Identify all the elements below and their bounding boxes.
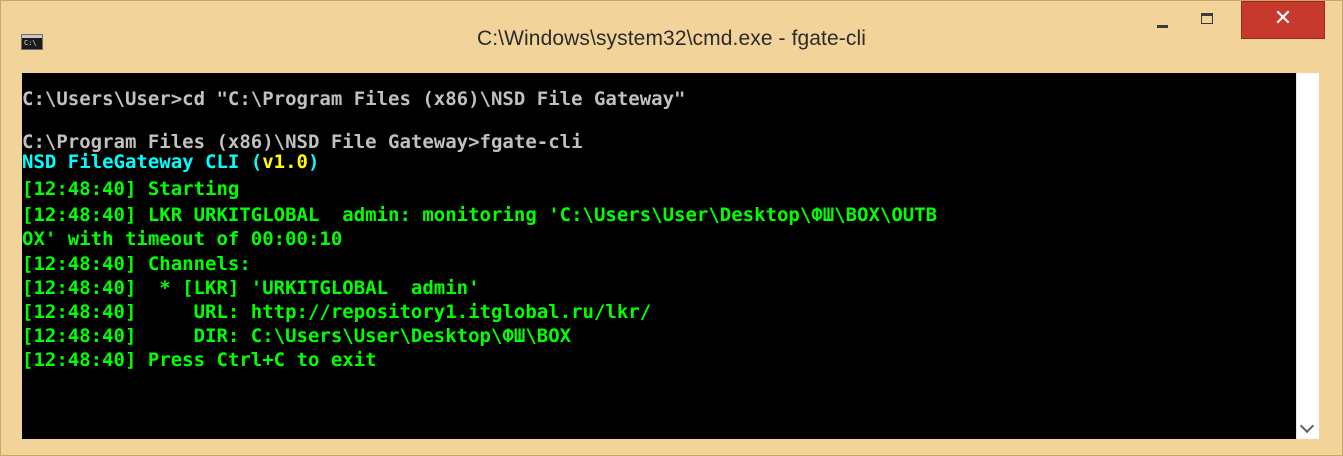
console-line: [12:48:40] Press Ctrl+C to exit [22, 349, 377, 371]
console-line: [12:48:40] URL: http://repository1.itglo… [22, 301, 652, 323]
console-output[interactable]: C:\Users\User>cd "C:\Program Files (x86)… [22, 73, 1296, 439]
console-line: [12:48:40] DIR: C:\Users\User\Desktop\ФШ… [22, 325, 572, 347]
chevron-down-icon[interactable] [1299, 418, 1315, 434]
title-bar[interactable]: C:\ C:\Windows\system32\cmd.exe - fgate-… [1, 1, 1342, 73]
close-button[interactable]: ✕ [1241, 1, 1325, 39]
console-line: [12:48:40] Starting [22, 178, 240, 200]
window-title: C:\Windows\system32\cmd.exe - fgate-cli [476, 27, 867, 50]
maximize-button[interactable] [1185, 1, 1229, 39]
console-line: [12:48:40] * [LKR] 'URKITGLOBAL admin' [22, 277, 480, 299]
vertical-scrollbar[interactable] [1296, 73, 1319, 439]
console-line: [12:48:40] LKR URKITGLOBAL admin: monito… [22, 204, 938, 226]
cmd-window: C:\ C:\Windows\system32\cmd.exe - fgate-… [0, 0, 1343, 456]
console-line: OX' with timeout of 00:00:10 [22, 228, 343, 250]
console-line: [12:48:40] Channels: [22, 253, 251, 275]
cli-paren: ) [307, 151, 320, 173]
cli-version: v1.0 [262, 151, 308, 173]
console-line: C:\Users\User>cd "C:\Program Files (x86)… [22, 88, 686, 110]
console-line: C:\Program Files (x86)\NSD File Gateway>… [22, 131, 583, 153]
console-line: NSD FileGateway CLI (v1.0) [22, 152, 319, 172]
cli-name: NSD FileGateway CLI ( [22, 151, 263, 173]
close-icon: ✕ [1273, 6, 1293, 31]
minimize-button[interactable] [1143, 1, 1181, 39]
